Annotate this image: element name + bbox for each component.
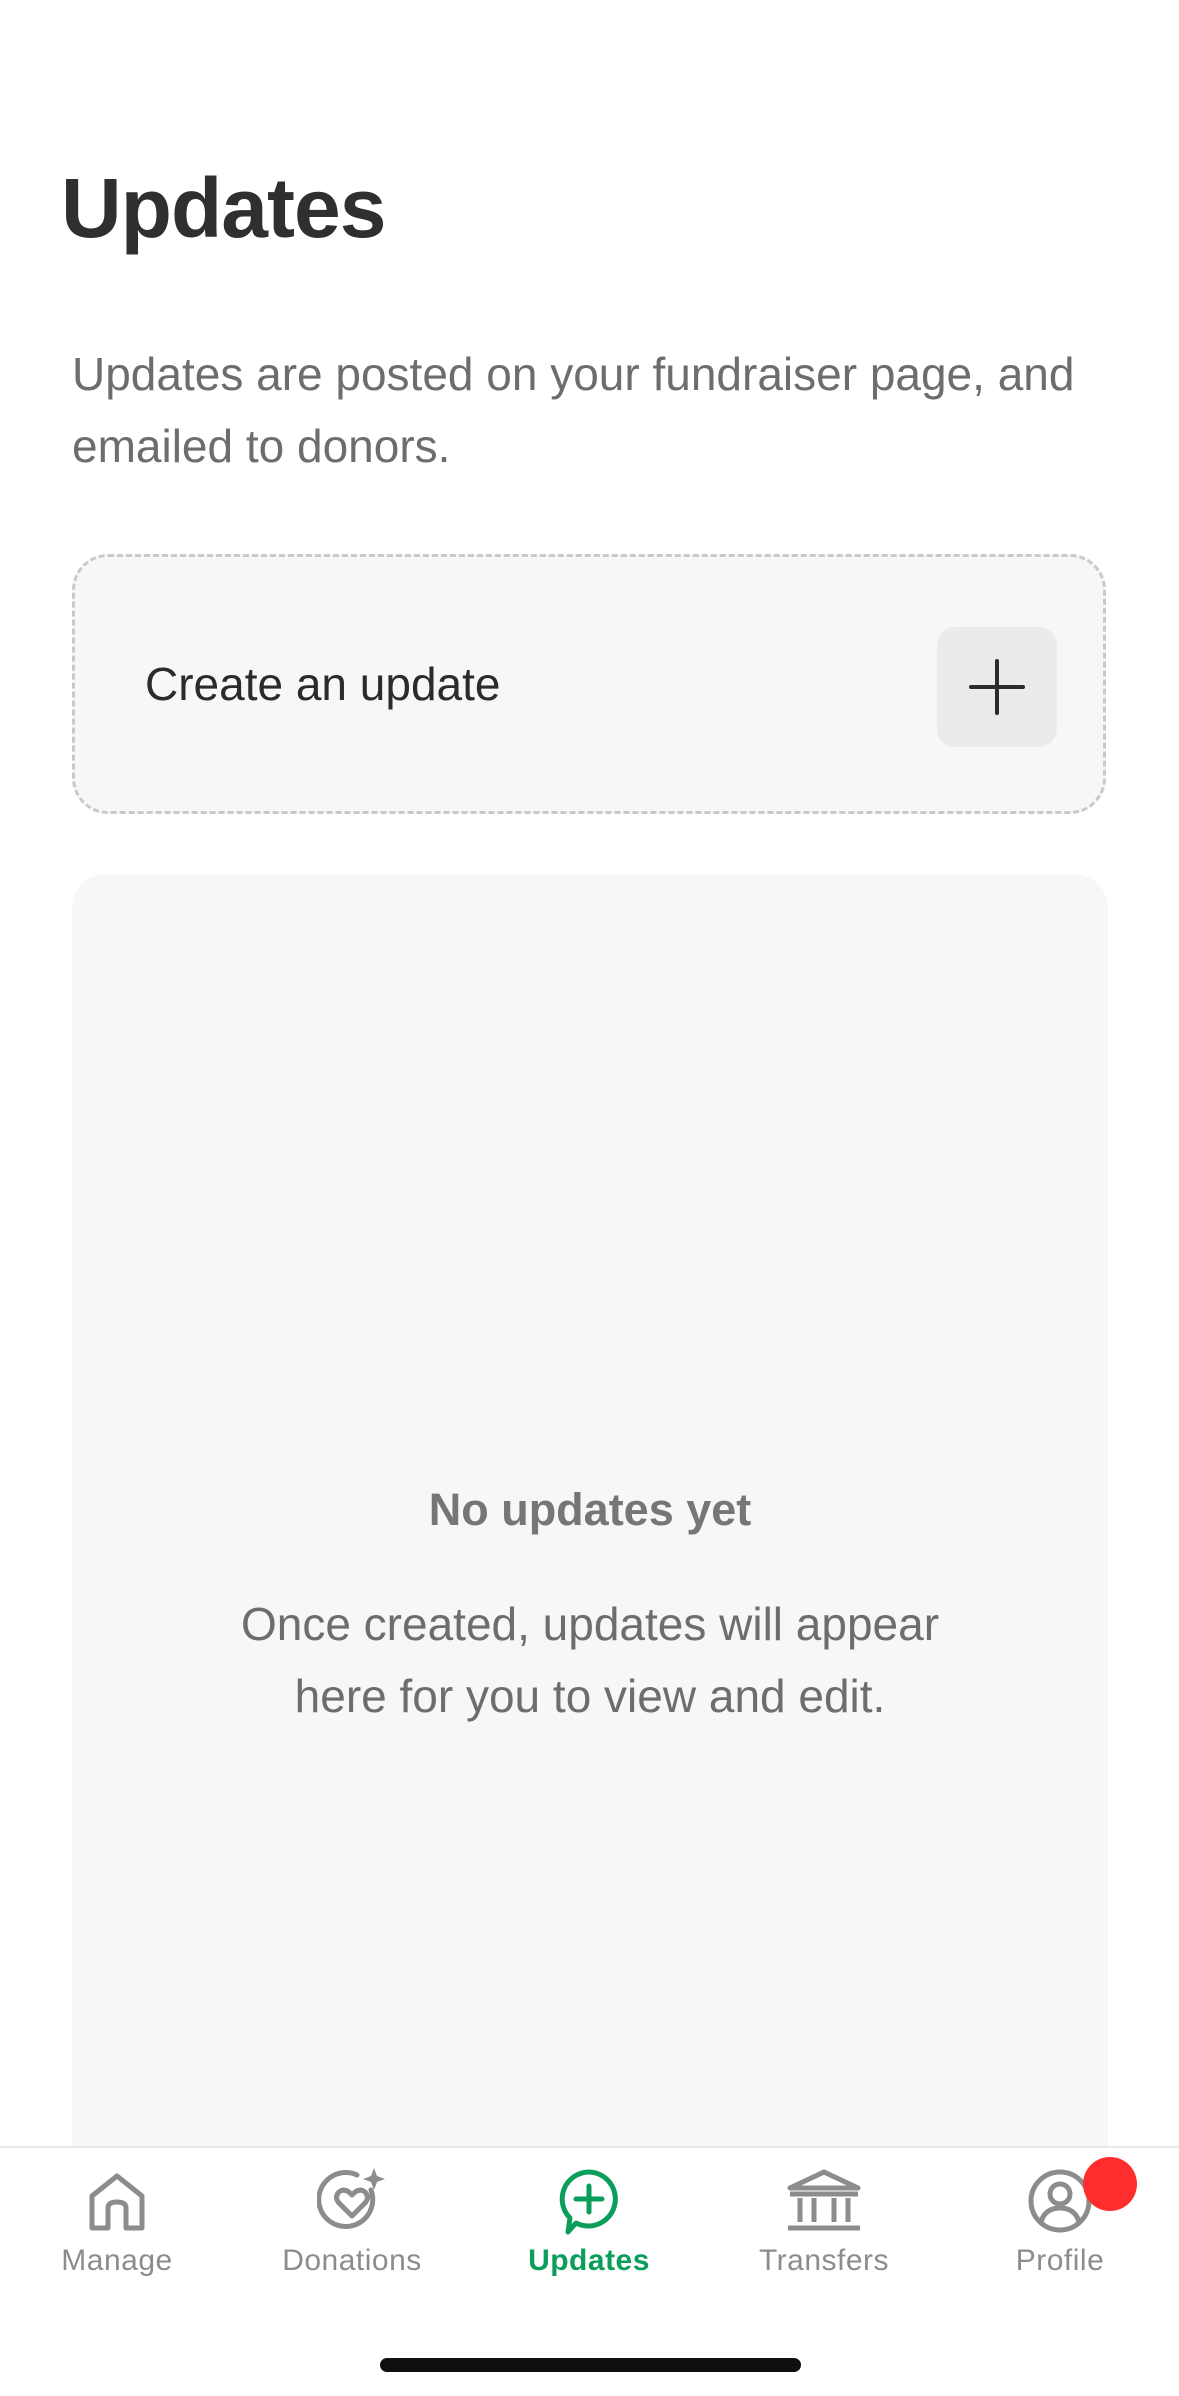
updates-list-panel: No updates yet Once created, updates wil… — [72, 874, 1108, 2174]
home-indicator[interactable] — [380, 2358, 801, 2372]
tab-updates[interactable]: Updates — [489, 2166, 689, 2316]
plus-button[interactable] — [937, 627, 1057, 747]
plus-chat-icon — [559, 2169, 618, 2235]
plus-icon — [969, 659, 1025, 715]
notification-badge — [1083, 2157, 1137, 2211]
tab-updates-label: Updates — [528, 2244, 650, 2277]
home-icon — [89, 2173, 145, 2231]
page-title: Updates — [61, 161, 386, 255]
tab-transfers-label: Transfers — [758, 2244, 890, 2277]
tab-donations[interactable]: Donations — [252, 2166, 452, 2316]
empty-state-title: No updates yet — [428, 1484, 752, 1535]
tab-profile-label: Profile — [1015, 2244, 1105, 2277]
intro-text: Updates are posted on your fundraiser pa… — [72, 348, 1075, 472]
tab-manage-label: Manage — [61, 2244, 173, 2277]
create-update-button[interactable]: Create an update — [72, 554, 1106, 814]
heart-sparkle-icon — [317, 2168, 385, 2230]
tab-transfers[interactable]: Transfers — [724, 2166, 924, 2316]
tab-donations-label: Donations — [282, 2244, 422, 2277]
tab-manage[interactable]: Manage — [17, 2166, 217, 2316]
create-update-label: Create an update — [145, 658, 501, 710]
bank-icon — [787, 2169, 861, 2231]
empty-state-description: Once created, updates will appear here f… — [240, 1598, 940, 1722]
